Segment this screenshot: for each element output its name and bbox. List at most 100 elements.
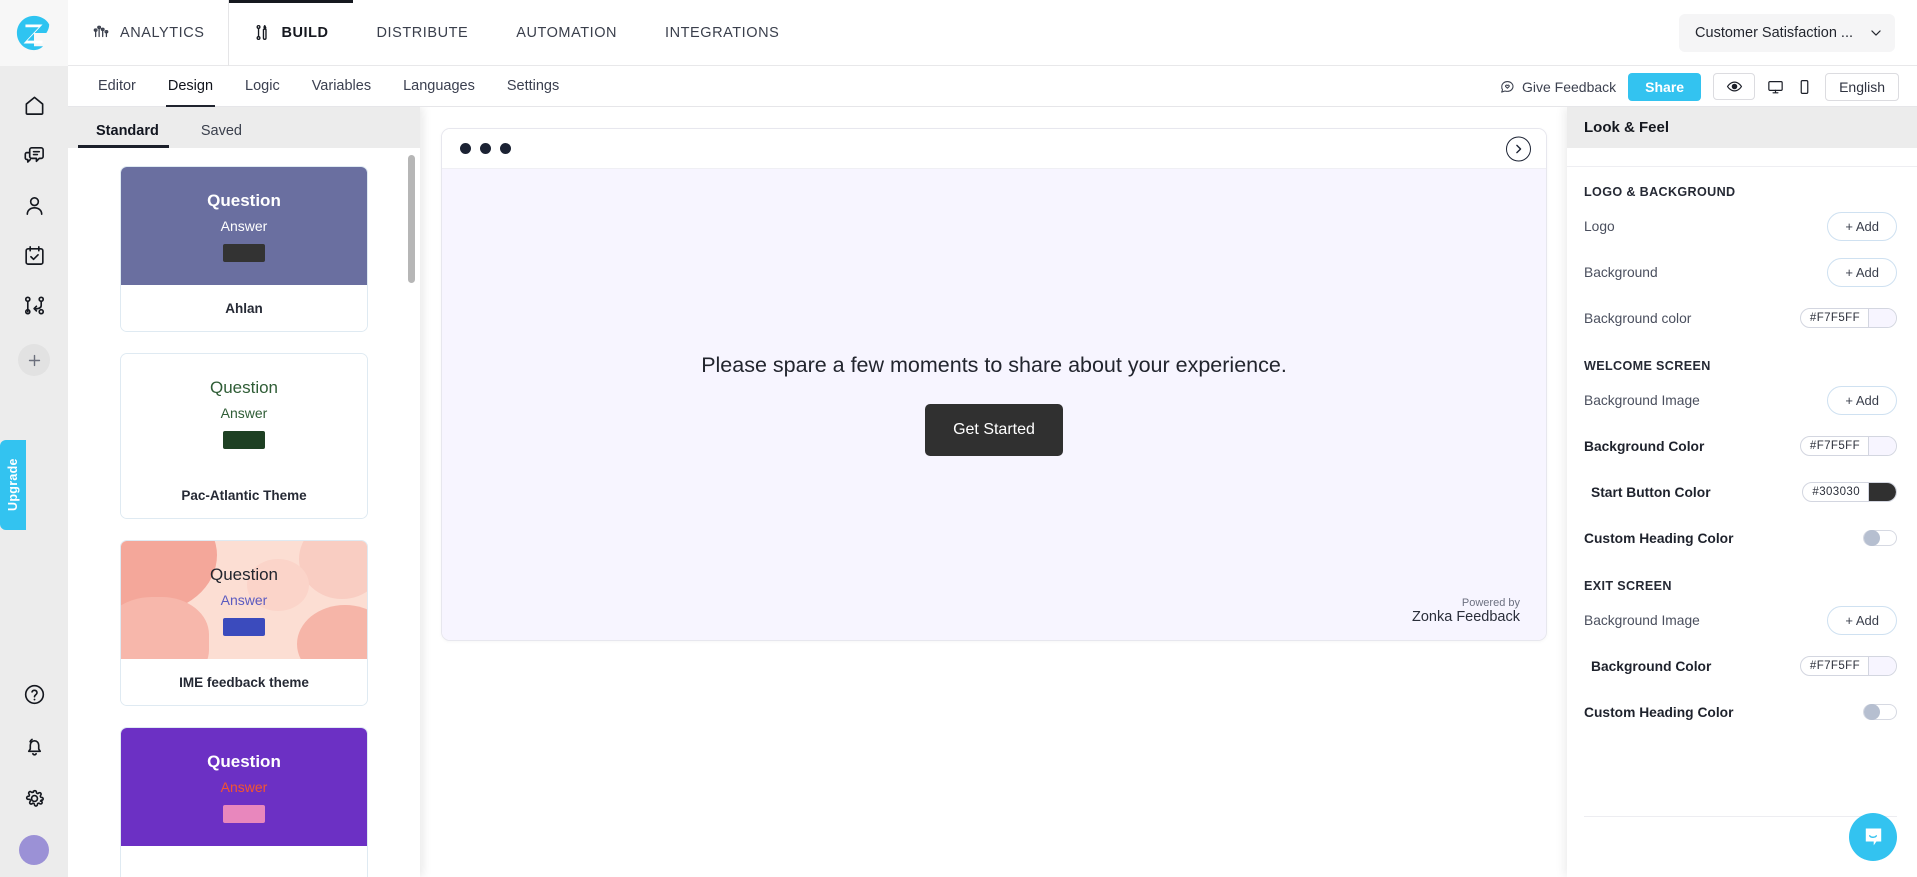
rail-item-workflow[interactable]	[0, 280, 68, 330]
rail-item-inbox[interactable]	[0, 130, 68, 180]
welcome-screen-body: Please spare a few moments to share abou…	[442, 169, 1546, 640]
tab-editor-label: Editor	[98, 78, 136, 94]
top-navigation-bar: ANALYTICS BUILD DISTRIBUTE AUTOMATION IN…	[68, 0, 1917, 66]
tab-design[interactable]: Design	[152, 66, 229, 107]
row-exit-background-color-label: Background Color	[1591, 658, 1712, 674]
language-selector[interactable]: English	[1825, 72, 1899, 101]
look-and-feel-title: Look & Feel	[1567, 107, 1917, 148]
tab-logic[interactable]: Logic	[229, 66, 296, 107]
background-color-picker[interactable]: #F7F5FF	[1799, 308, 1897, 328]
theme-card-name	[121, 846, 367, 877]
rail-item-notifications[interactable]	[0, 721, 68, 771]
theme-button-swatch	[223, 617, 265, 636]
theme-card-purple[interactable]: Question Answer	[120, 727, 368, 877]
chat-bubble-icon	[1865, 828, 1881, 845]
row-welcome-background-color: Background Color #F7F5FF	[1584, 423, 1897, 469]
bar-chart-icon	[93, 25, 109, 38]
welcome-custom-heading-color-toggle[interactable]	[1863, 530, 1897, 546]
welcome-background-color-value: #F7F5FF	[1809, 440, 1860, 452]
survey-selector[interactable]: Customer Satisfaction ...	[1679, 14, 1895, 52]
preview-button[interactable]	[1713, 73, 1756, 100]
theme-question-text: Question	[209, 564, 279, 584]
rail-item-contacts[interactable]	[0, 180, 68, 230]
zonka-z-logo-icon	[16, 15, 50, 51]
tab-variables-label: Variables	[311, 78, 372, 94]
window-dot	[460, 143, 471, 154]
primary-nav: ANALYTICS BUILD DISTRIBUTE AUTOMATION IN…	[68, 0, 803, 66]
theme-preview: Question Answer	[121, 167, 367, 285]
theme-panel-tabs: Standard Saved	[68, 107, 420, 148]
bell-icon	[27, 738, 41, 756]
rail-item-help[interactable]	[0, 669, 68, 719]
start-button-color-swatch[interactable]	[1868, 483, 1896, 501]
tab-variables[interactable]: Variables	[296, 66, 387, 107]
tab-languages[interactable]: Languages	[387, 66, 491, 107]
row-logo-label: Logo	[1584, 218, 1615, 234]
nav-tab-integrations[interactable]: INTEGRATIONS	[641, 0, 803, 66]
rail-item-settings[interactable]	[0, 773, 68, 823]
background-add-button[interactable]: + Add	[1827, 257, 1897, 287]
upgrade-button[interactable]: Upgrade	[0, 440, 26, 530]
desktop-view-button[interactable]	[1767, 78, 1784, 96]
exit-background-color-swatch[interactable]	[1868, 657, 1896, 675]
tab-settings[interactable]: Settings	[491, 66, 575, 107]
powered-by: Powered by Zonka Feedback	[1412, 597, 1520, 626]
get-started-button[interactable]: Get Started	[925, 404, 1063, 456]
theme-card-pac-atlantic[interactable]: Question Answer Pac-Atlantic Theme	[120, 353, 368, 519]
row-welcome-background-image: Background Image + Add	[1584, 377, 1897, 423]
panel-divider	[1567, 148, 1917, 167]
theme-button-swatch	[223, 804, 265, 823]
welcome-background-color-swatch[interactable]	[1868, 437, 1896, 455]
theme-tab-saved[interactable]: Saved	[191, 123, 252, 148]
theme-preview: Question Answer	[121, 728, 367, 846]
start-button-color-value: #303030	[1812, 486, 1860, 498]
give-feedback-label: Give Feedback	[1521, 78, 1617, 95]
tasks-calendar-icon	[24, 245, 44, 265]
nav-tab-build[interactable]: BUILD	[229, 0, 353, 66]
theme-answer-text: Answer	[220, 591, 268, 608]
start-button-color-picker[interactable]: #303030	[1802, 482, 1897, 502]
section-title-logo-background: LOGO & BACKGROUND	[1584, 185, 1736, 199]
theme-panel-scrollbar-thumb[interactable]	[408, 155, 415, 283]
theme-tab-standard[interactable]: Standard	[78, 123, 169, 148]
toggle-knob	[1864, 530, 1880, 546]
theme-question-text: Question	[207, 190, 281, 210]
preview-next-button[interactable]	[1506, 136, 1531, 161]
theme-question-text: Question	[207, 751, 281, 771]
welcome-background-image-add-button[interactable]: + Add	[1827, 385, 1897, 415]
chat-icon	[23, 146, 44, 163]
plus-icon	[28, 354, 40, 366]
tab-editor[interactable]: Editor	[82, 66, 152, 107]
theme-card-ime-feedback[interactable]: Question Answer IME feedback theme	[120, 540, 368, 706]
welcome-headline: Please spare a few moments to share abou…	[701, 353, 1287, 377]
preview-canvas: Please spare a few moments to share abou…	[420, 107, 1567, 877]
welcome-background-color-picker[interactable]: #F7F5FF	[1799, 436, 1897, 456]
nav-tab-distribute-label: DISTRIBUTE	[376, 24, 469, 41]
row-start-button-color: Start Button Color #303030	[1584, 469, 1897, 515]
support-chat-button[interactable]	[1849, 813, 1897, 861]
share-button[interactable]: Share	[1628, 72, 1702, 101]
rail-item-home[interactable]	[0, 80, 68, 130]
nav-tab-distribute[interactable]: DISTRIBUTE	[353, 0, 493, 66]
zonka-logo[interactable]	[0, 0, 68, 66]
nav-tab-analytics[interactable]: ANALYTICS	[68, 0, 230, 66]
theme-card-name: Ahlan	[121, 285, 367, 331]
theme-card-ahlan[interactable]: Question Answer Ahlan	[120, 166, 368, 332]
home-icon	[25, 96, 43, 115]
theme-panel: Standard Saved Question Answer Ahlan Que…	[68, 107, 420, 877]
nav-tab-automation-label: AUTOMATION	[516, 24, 618, 41]
exit-background-color-picker[interactable]: #F7F5FF	[1799, 656, 1897, 676]
background-color-swatch[interactable]	[1868, 309, 1896, 327]
exit-custom-heading-color-toggle[interactable]	[1863, 704, 1897, 720]
mobile-view-button[interactable]	[1796, 78, 1813, 96]
toggle-knob	[1864, 704, 1880, 720]
theme-preview: Question Answer	[121, 541, 367, 659]
rail-item-tasks[interactable]	[0, 230, 68, 280]
exit-background-image-add-button[interactable]: + Add	[1827, 605, 1897, 635]
nav-tab-automation[interactable]: AUTOMATION	[492, 0, 641, 66]
theme-preview: Question Answer	[121, 354, 367, 472]
user-avatar[interactable]	[19, 835, 49, 865]
give-feedback-button[interactable]: Give Feedback	[1499, 79, 1616, 95]
logo-add-button[interactable]: + Add	[1827, 211, 1897, 241]
rail-add-button[interactable]	[18, 344, 50, 376]
